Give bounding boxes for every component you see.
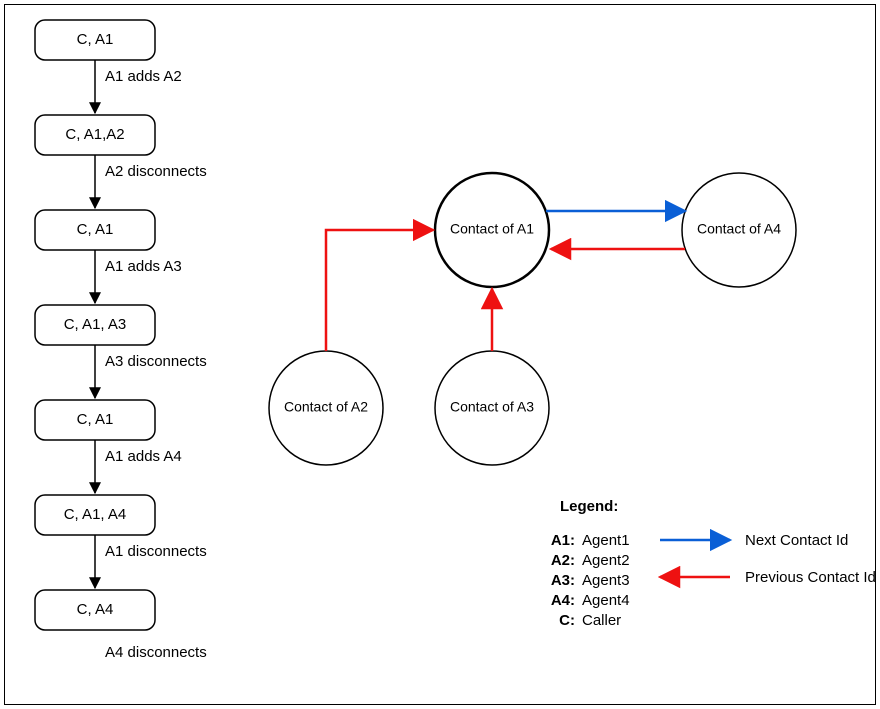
legend-val-a1: Agent1 — [582, 532, 630, 549]
flow-box-7-label: C, A4 — [77, 601, 114, 618]
flow-edge-label-4: A3 disconnects — [105, 353, 207, 370]
contact-a4: Contact of A4 — [682, 173, 796, 287]
legend-val-c: Caller — [582, 612, 621, 629]
flow-edge-label-2: A2 disconnects — [105, 163, 207, 180]
flow-box-3: C, A1 — [35, 210, 155, 250]
flow-box-6-label: C, A1, A4 — [64, 506, 127, 523]
legend-key-a3: A3: — [551, 572, 575, 589]
flow-box-2: C, A1,A2 — [35, 115, 155, 155]
flow-edge-label-6: A1 disconnects — [105, 543, 207, 560]
flow-box-3-label: C, A1 — [77, 221, 114, 238]
flow-box-1: C, A1 — [35, 20, 155, 60]
flow-edge-label-5: A1 adds A4 — [105, 448, 182, 465]
diagram-root: C, A1 C, A1,A2 C, A1 C, A1, A3 C, A1 — [0, 0, 880, 709]
flow-box-5-label: C, A1 — [77, 411, 114, 428]
arrow-prev-a2-a1 — [326, 230, 433, 351]
flow-box-4-label: C, A1, A3 — [64, 316, 127, 333]
flow-box-5: C, A1 — [35, 400, 155, 440]
legend-key-a2: A2: — [551, 552, 575, 569]
flow-box-7: C, A4 — [35, 590, 155, 630]
legend-val-a4: Agent4 — [582, 592, 630, 609]
legend-key-a1: A1: — [551, 532, 575, 549]
legend-prev-label: Previous Contact Id — [745, 569, 875, 586]
contact-a2-label: Contact of A2 — [284, 399, 368, 415]
contact-a1: Contact of A1 — [435, 173, 549, 287]
diagram-svg: C, A1 C, A1,A2 C, A1 C, A1, A3 C, A1 — [5, 5, 875, 704]
flow-edge-label-1: A1 adds A2 — [105, 68, 182, 85]
legend-val-a3: Agent3 — [582, 572, 630, 589]
contact-a2: Contact of A2 — [269, 351, 383, 465]
legend-title: Legend: — [560, 498, 618, 515]
contact-a3-label: Contact of A3 — [450, 399, 534, 415]
flow-box-2-label: C, A1,A2 — [65, 126, 124, 143]
legend-next-label: Next Contact Id — [745, 532, 848, 549]
contact-a3: Contact of A3 — [435, 351, 549, 465]
flow-box-4: C, A1, A3 — [35, 305, 155, 345]
contact-a1-label: Contact of A1 — [450, 221, 534, 237]
flow-edge-label-7: A4 disconnects — [105, 644, 207, 661]
flow-box-6: C, A1, A4 — [35, 495, 155, 535]
legend-val-a2: Agent2 — [582, 552, 630, 569]
flow-edge-label-3: A1 adds A3 — [105, 258, 182, 275]
legend-key-c: C: — [559, 612, 575, 629]
diagram-frame: C, A1 C, A1,A2 C, A1 C, A1, A3 C, A1 — [4, 4, 876, 705]
flow-box-1-label: C, A1 — [77, 31, 114, 48]
legend-key-a4: A4: — [551, 592, 575, 609]
contact-a4-label: Contact of A4 — [697, 221, 781, 237]
